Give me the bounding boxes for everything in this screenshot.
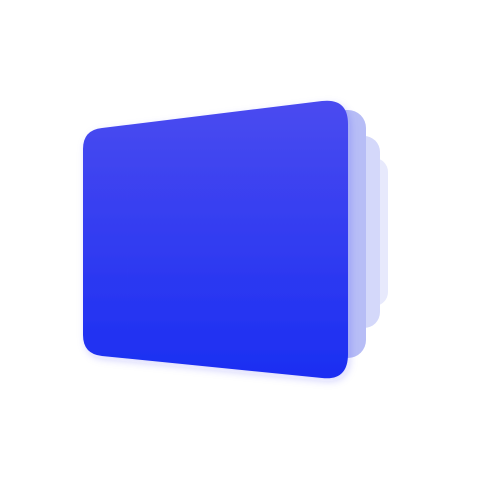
- icon-canvas: [0, 0, 480, 480]
- card-layer-front: [83, 100, 348, 379]
- stacked-cards-logo-icon: [83, 100, 388, 379]
